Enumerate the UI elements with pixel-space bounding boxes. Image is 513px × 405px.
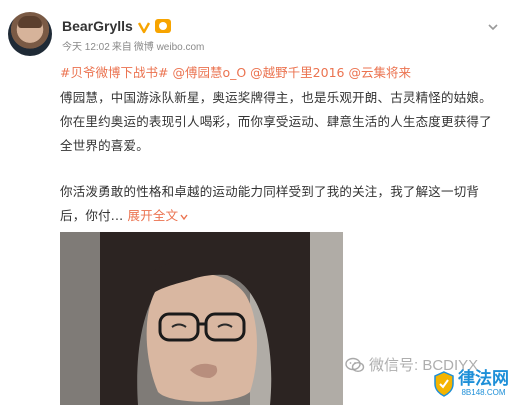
wechat-icon [345, 357, 365, 373]
expand-label: 展开全文 [127, 208, 179, 223]
shield-icon [433, 371, 455, 397]
mention-link[interactable]: @傅园慧o_O [172, 65, 246, 80]
post-paragraph-truncated: 你活泼勇敢的性格和卓越的运动能力同样受到了我的关注，我了解这一切背后，你付...… [60, 180, 498, 228]
chevron-down-icon[interactable] [487, 18, 499, 31]
site-logo: 律法网 8B148.COM [433, 371, 509, 397]
expand-full-text-link[interactable]: 展开全文 [128, 208, 189, 223]
username-row: BearGrylls [62, 16, 171, 36]
mention-link[interactable]: @越野千里2016 [250, 65, 344, 80]
source-prefix: 来自 [111, 42, 132, 53]
chevron-down-icon [180, 214, 188, 220]
verified-badge-icon [137, 19, 151, 34]
site-logo-name: 律法网 [458, 369, 509, 389]
photo-illustration [60, 232, 343, 405]
avatar[interactable] [8, 12, 52, 56]
post-time[interactable]: 今天 12:02 [62, 38, 110, 53]
weibo-post: BearGrylls 今天 12:02 来自 微博 weibo.com #贝爷微… [0, 0, 513, 405]
post-meta: 今天 12:02 来自 微博 weibo.com [62, 38, 204, 53]
post-source[interactable]: 微博 weibo.com [134, 38, 205, 53]
mention-row: #贝爷微博下战书# @傅园慧o_O @越野千里2016 @云集将来 [60, 64, 500, 82]
post-photo[interactable] [60, 232, 343, 405]
username-link[interactable]: BearGrylls [62, 18, 133, 34]
vip-badge-icon [154, 19, 171, 33]
post-paragraph: 傅园慧，中国游泳队新星，奥运奖牌得主，也是乐观开朗、古灵精怪的姑娘。你在里约奥运… [60, 90, 492, 153]
mention-link[interactable]: @云集将来 [348, 65, 411, 80]
site-logo-text: 律法网 8B148.COM [458, 371, 509, 397]
topic-link[interactable]: #贝爷微博下战书# [60, 65, 168, 80]
avatar-hair [18, 16, 42, 28]
site-logo-domain: 8B148.COM [461, 388, 506, 397]
post-paragraph-text: 你活泼勇敢的性格和卓越的运动能力同样受到了我的关注，我了解这一切背后，你付... [60, 184, 480, 223]
